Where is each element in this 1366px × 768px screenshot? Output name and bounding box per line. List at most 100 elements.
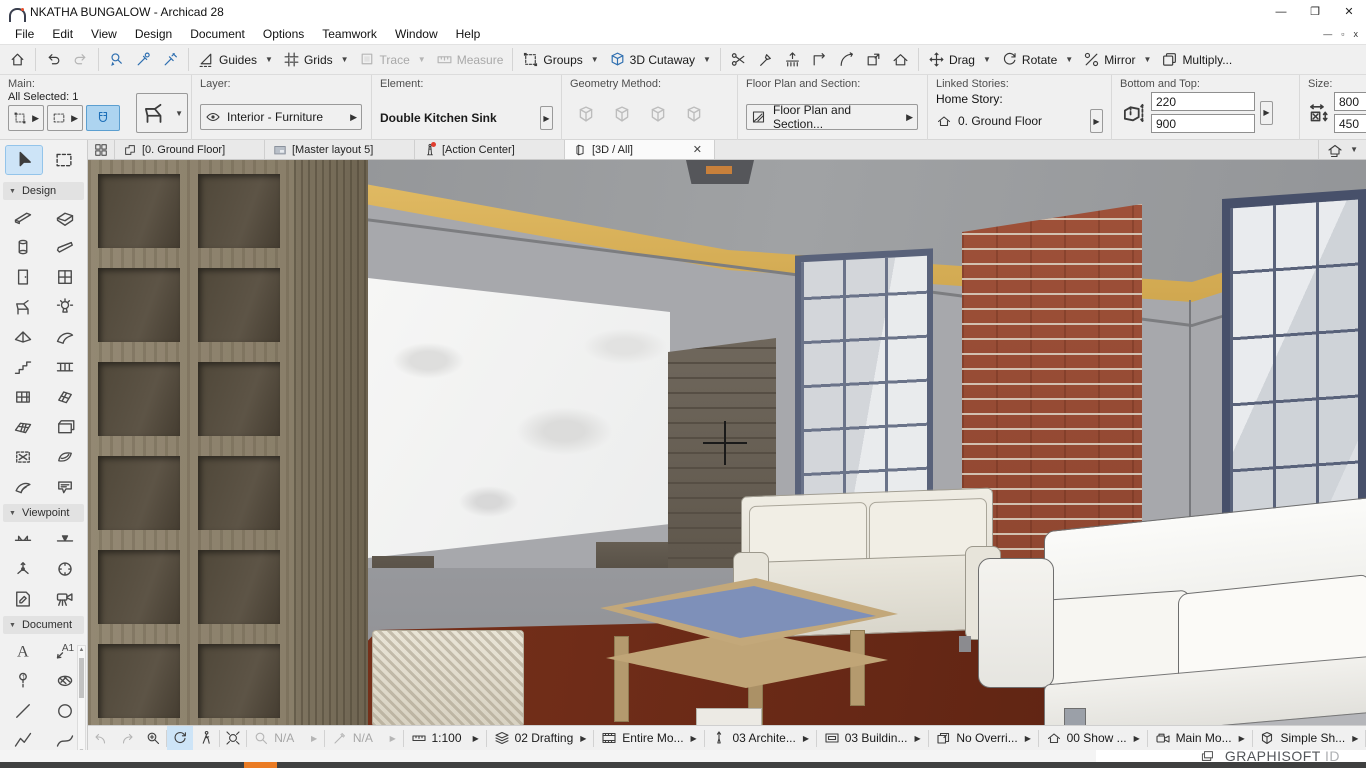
home-button[interactable]: [4, 47, 31, 72]
intersect-button[interactable]: [806, 47, 833, 72]
structure-display-select[interactable]: Entire Mo...▶: [594, 726, 704, 750]
doc-close-button[interactable]: x: [1354, 29, 1359, 39]
renovation-filter-select[interactable]: 00 Show ...▶: [1039, 726, 1147, 750]
redo-button[interactable]: [67, 47, 94, 72]
toolbox-section-document[interactable]: ▼Document: [3, 616, 84, 634]
menu-file[interactable]: File: [6, 25, 43, 43]
toolbox-section-viewpoint[interactable]: ▼Viewpoint: [3, 504, 84, 522]
railing-tool[interactable]: [44, 352, 86, 382]
menu-view[interactable]: View: [82, 25, 126, 43]
find-select-button[interactable]: [103, 47, 130, 72]
groups-button[interactable]: Groups▼: [517, 47, 603, 72]
interior-elevation-tool[interactable]: [2, 554, 44, 584]
inject-parameters-button[interactable]: [157, 47, 184, 72]
mesh-tool[interactable]: [2, 412, 44, 442]
text-tool[interactable]: A: [2, 636, 44, 666]
toolbox-section-design[interactable]: ▼Design: [3, 182, 84, 200]
pen-set-select[interactable]: 03 Archite...▶: [704, 726, 816, 750]
mirror-button[interactable]: Mirror▼: [1078, 47, 1156, 72]
window-close-button[interactable]: ✕: [1332, 0, 1366, 23]
tab-3d-all[interactable]: [3D / All]✕: [565, 140, 715, 159]
zoom-preset-select[interactable]: N/A▶: [246, 726, 324, 750]
view-forward-button[interactable]: [114, 726, 140, 750]
layer-select[interactable]: Interior - Furniture ▶: [200, 104, 362, 130]
elevate-button[interactable]: [779, 47, 806, 72]
door-tool[interactable]: [2, 262, 44, 292]
toolbox-scrollbar[interactable]: ▲ ▼: [77, 645, 86, 757]
zoom-in-button[interactable]: [140, 726, 166, 750]
doc-restore-button[interactable]: ▫: [1341, 29, 1344, 39]
detail-tool[interactable]: [44, 554, 86, 584]
graphisoft-id-bar[interactable]: GRAPHISOFT ID: [1096, 750, 1366, 762]
adjust-button[interactable]: [752, 47, 779, 72]
3d-viewport[interactable]: [88, 160, 1366, 725]
trace-button[interactable]: Trace▼: [354, 47, 431, 72]
top-offset-input[interactable]: 220: [1151, 92, 1255, 111]
marquee-tool[interactable]: [46, 146, 82, 174]
object-tool[interactable]: [2, 292, 44, 322]
default-element-chooser[interactable]: ▼: [136, 93, 188, 133]
marker-tool[interactable]: 1: [2, 666, 44, 696]
zone-tool[interactable]: [44, 412, 86, 442]
morph-tool[interactable]: [44, 442, 86, 472]
doc-minimize-button[interactable]: —: [1323, 29, 1332, 39]
guides-button[interactable]: Guides▼: [193, 47, 278, 72]
layer-combination-select[interactable]: 02 Drafting▶: [487, 726, 594, 750]
tab-action-center[interactable]: [Action Center]: [415, 140, 565, 159]
3d-style-select[interactable]: Simple Sh...▶: [1252, 726, 1365, 750]
multiply-button[interactable]: Multiply...: [1156, 47, 1237, 72]
geometry-method-2-icon[interactable]: [612, 104, 632, 124]
tab-master-layout[interactable]: [Master layout 5]: [265, 140, 415, 159]
resize-button[interactable]: [860, 47, 887, 72]
fillet-chamfer-button[interactable]: [833, 47, 860, 72]
rotate-button[interactable]: Rotate▼: [996, 47, 1078, 72]
edit-roof-button[interactable]: [887, 47, 914, 72]
floor-plan-section-button[interactable]: Floor Plan and Section... ▶: [746, 104, 918, 130]
drag-button[interactable]: Drag▼: [923, 47, 996, 72]
fit-in-window-button[interactable]: [220, 726, 246, 750]
scale-select[interactable]: 1:100▶: [404, 726, 486, 750]
measure-button[interactable]: Measure: [431, 47, 509, 72]
menu-help[interactable]: Help: [447, 25, 490, 43]
size-height-input[interactable]: 450: [1334, 114, 1366, 133]
menu-window[interactable]: Window: [386, 25, 447, 43]
camera-tool[interactable]: [44, 584, 86, 614]
slab-tool[interactable]: [44, 202, 86, 232]
roof-tool[interactable]: [2, 322, 44, 352]
zone-stamp-tool[interactable]: [44, 472, 86, 502]
graphic-override-select[interactable]: No Overri...▶: [928, 726, 1038, 750]
section-tool[interactable]: [2, 524, 44, 554]
skylight-tool[interactable]: [44, 382, 86, 412]
3d-view-dropdown[interactable]: ▼: [1318, 140, 1366, 159]
tab-close-button[interactable]: ✕: [689, 143, 706, 156]
size-width-input[interactable]: 800: [1334, 92, 1366, 111]
model-view-options-select[interactable]: Main Mo...▶: [1148, 726, 1252, 750]
curtain-wall-tool[interactable]: [2, 382, 44, 412]
window-minimize-button[interactable]: —: [1264, 0, 1298, 23]
grids-button[interactable]: Grids▼: [278, 47, 354, 72]
window-restore-button[interactable]: ❐: [1298, 0, 1332, 23]
wall-tool[interactable]: [2, 202, 44, 232]
worksheet-tool[interactable]: [2, 584, 44, 614]
drawing-scale-na-select[interactable]: N/A▶: [325, 726, 403, 750]
elevation-tool[interactable]: [44, 524, 86, 554]
column-tool[interactable]: [2, 232, 44, 262]
freeform-tool[interactable]: [2, 472, 44, 502]
marquee-mode-button[interactable]: ▶: [47, 105, 83, 131]
menu-document[interactable]: Document: [181, 25, 254, 43]
walk-button[interactable]: [193, 726, 219, 750]
bottom-offset-input[interactable]: 900: [1151, 114, 1255, 133]
split-button[interactable]: [725, 47, 752, 72]
element-settings-flyout[interactable]: ▶: [540, 106, 553, 130]
view-back-button[interactable]: [88, 726, 114, 750]
menu-options[interactable]: Options: [254, 25, 313, 43]
edit-mode-button[interactable]: ▶: [8, 105, 44, 131]
beam-tool[interactable]: [44, 232, 86, 262]
3d-cutaway-button[interactable]: 3D Cutaway▼: [604, 47, 716, 72]
orbit-button[interactable]: [167, 726, 193, 750]
menu-design[interactable]: Design: [126, 25, 181, 43]
tab-ground-floor[interactable]: [0. Ground Floor]: [115, 140, 265, 159]
home-story-flyout[interactable]: ▶: [1090, 109, 1103, 133]
tab-overview-button[interactable]: [88, 140, 115, 159]
undo-button[interactable]: [40, 47, 67, 72]
